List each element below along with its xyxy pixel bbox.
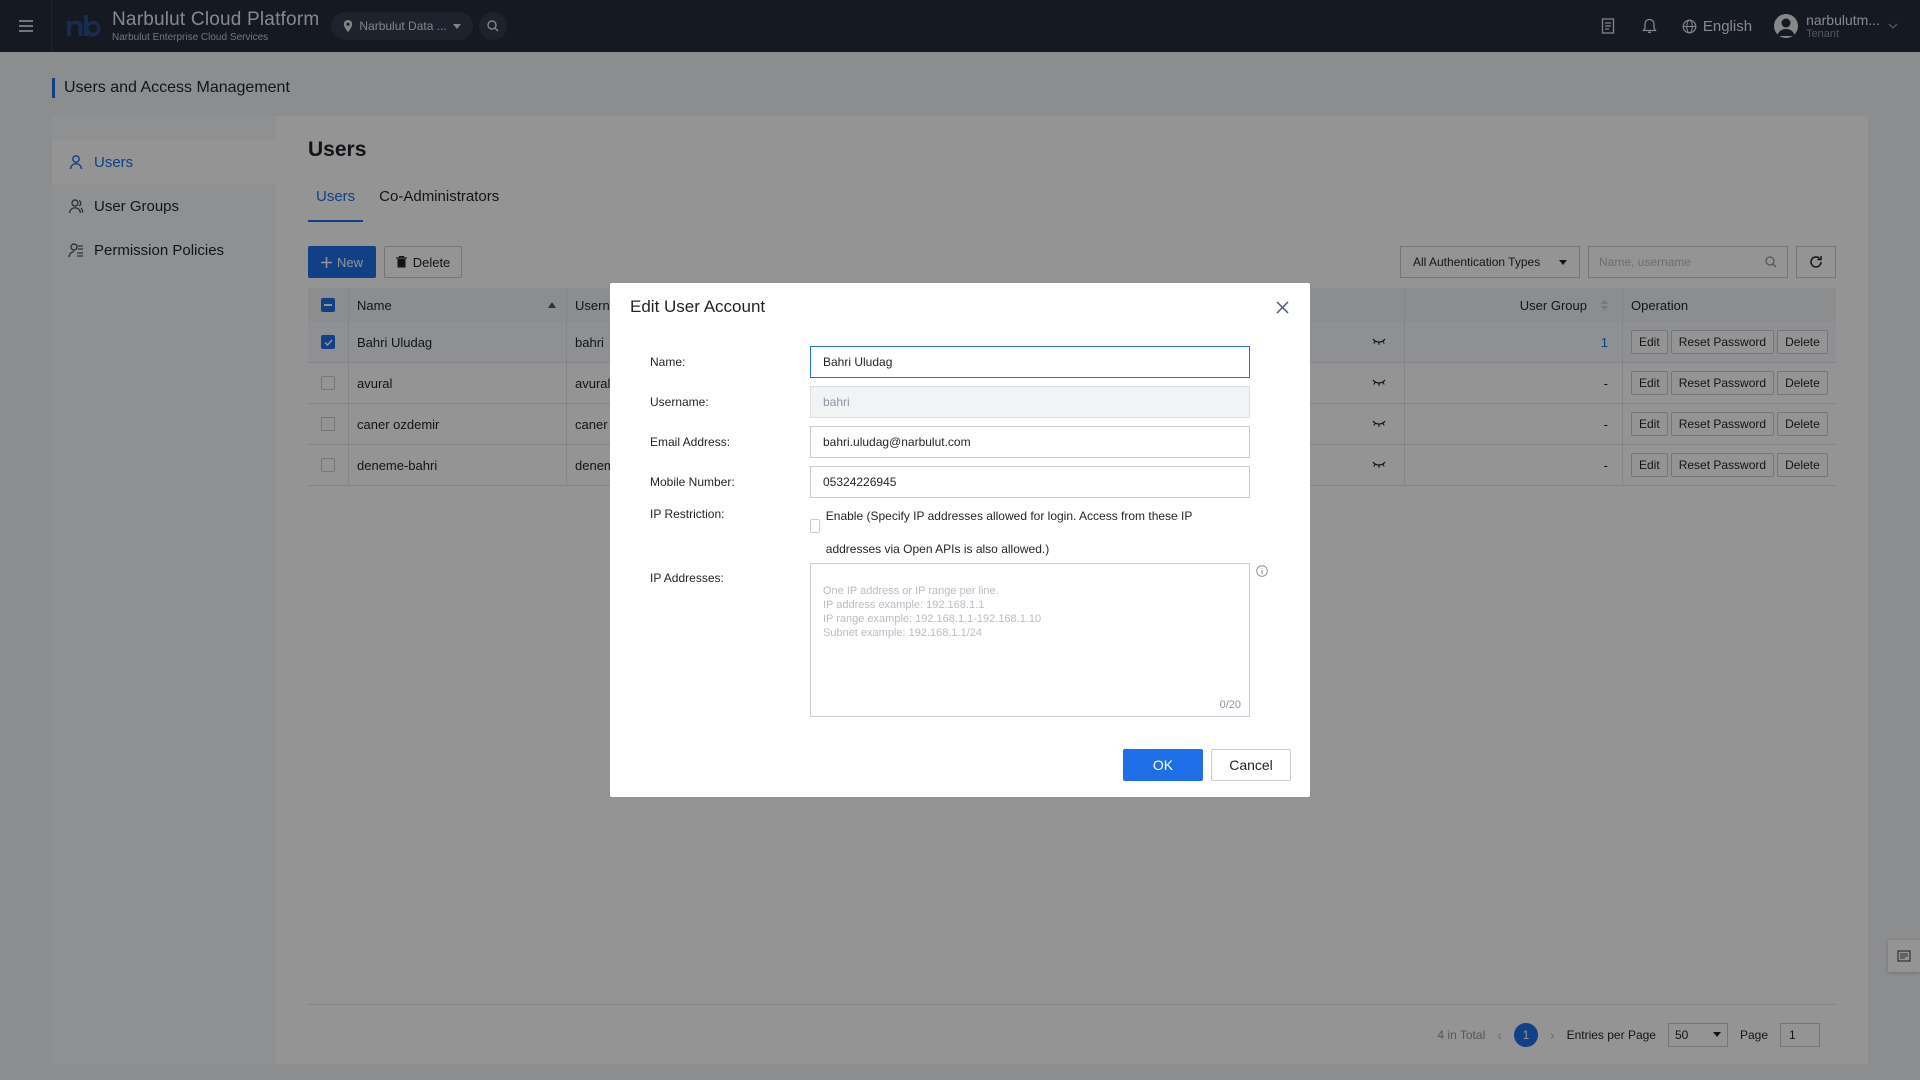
email-label: Email Address: bbox=[650, 435, 731, 449]
cancel-button[interactable]: Cancel bbox=[1211, 749, 1291, 781]
ip-addresses-placeholder: One IP address or IP range per line. IP … bbox=[823, 585, 1042, 639]
ip-restriction-option: Enable (Specify IP addresses allowed for… bbox=[810, 509, 1210, 566]
mobile-field[interactable]: 05324226945 bbox=[810, 466, 1250, 498]
close-icon[interactable] bbox=[1272, 297, 1292, 317]
ok-button[interactable]: OK bbox=[1123, 749, 1203, 781]
dialog-title: Edit User Account bbox=[630, 297, 766, 316]
mobile-label: Mobile Number: bbox=[650, 475, 735, 489]
name-label: Name: bbox=[650, 355, 686, 369]
ip-addresses-textarea[interactable]: One IP address or IP range per line. IP … bbox=[810, 563, 1250, 717]
ip-addresses-label: IP Addresses: bbox=[650, 571, 724, 585]
edit-user-dialog: Edit User Account Name: Bahri Uludag Use… bbox=[610, 283, 1310, 797]
name-field[interactable]: Bahri Uludag bbox=[810, 346, 1250, 378]
username-field: bahri bbox=[810, 386, 1250, 418]
info-icon[interactable] bbox=[1256, 565, 1270, 579]
username-label: Username: bbox=[650, 395, 709, 409]
ip-restriction-label: IP Restriction: bbox=[650, 507, 725, 521]
ip-restriction-checkbox[interactable] bbox=[810, 519, 820, 533]
ip-restriction-text: Enable (Specify IP addresses allowed for… bbox=[825, 509, 1193, 556]
email-field[interactable]: bahri.uludag@narbulut.com bbox=[810, 426, 1250, 458]
ip-count: 0/20 bbox=[1219, 699, 1241, 711]
